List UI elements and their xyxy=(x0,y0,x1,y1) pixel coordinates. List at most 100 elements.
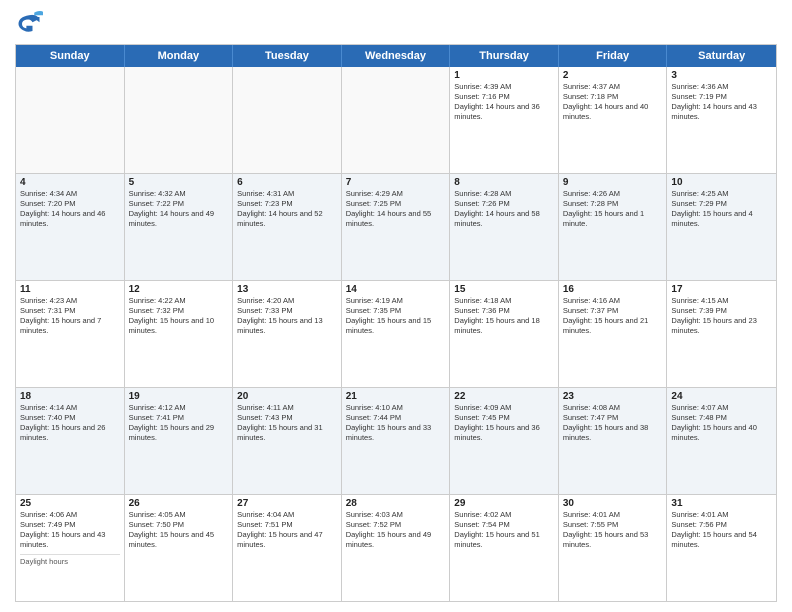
week-row-1: 1Sunrise: 4:39 AM Sunset: 7:16 PM Daylig… xyxy=(16,67,776,174)
day-number-19: 19 xyxy=(129,391,229,402)
day-number-11: 11 xyxy=(20,284,120,295)
day-info-1: Sunrise: 4:39 AM Sunset: 7:16 PM Dayligh… xyxy=(454,82,554,123)
day-number-10: 10 xyxy=(671,177,772,188)
day-info-3: Sunrise: 4:36 AM Sunset: 7:19 PM Dayligh… xyxy=(671,82,772,123)
day-number-2: 2 xyxy=(563,70,663,81)
day-cell-12: 12Sunrise: 4:22 AM Sunset: 7:32 PM Dayli… xyxy=(125,281,234,387)
day-number-14: 14 xyxy=(346,284,446,295)
calendar-header: Sunday Monday Tuesday Wednesday Thursday… xyxy=(16,45,776,67)
day-cell-28: 28Sunrise: 4:03 AM Sunset: 7:52 PM Dayli… xyxy=(342,495,451,601)
week-row-2: 4Sunrise: 4:34 AM Sunset: 7:20 PM Daylig… xyxy=(16,174,776,281)
day-cell-29: 29Sunrise: 4:02 AM Sunset: 7:54 PM Dayli… xyxy=(450,495,559,601)
day-info-19: Sunrise: 4:12 AM Sunset: 7:41 PM Dayligh… xyxy=(129,403,229,444)
day-number-30: 30 xyxy=(563,498,663,509)
day-cell-21: 21Sunrise: 4:10 AM Sunset: 7:44 PM Dayli… xyxy=(342,388,451,494)
day-cell-11: 11Sunrise: 4:23 AM Sunset: 7:31 PM Dayli… xyxy=(16,281,125,387)
day-cell-20: 20Sunrise: 4:11 AM Sunset: 7:43 PM Dayli… xyxy=(233,388,342,494)
day-info-29: Sunrise: 4:02 AM Sunset: 7:54 PM Dayligh… xyxy=(454,510,554,551)
day-cell-1: 1Sunrise: 4:39 AM Sunset: 7:16 PM Daylig… xyxy=(450,67,559,173)
day-number-25: 25 xyxy=(20,498,120,509)
day-cell-17: 17Sunrise: 4:15 AM Sunset: 7:39 PM Dayli… xyxy=(667,281,776,387)
day-number-8: 8 xyxy=(454,177,554,188)
day-number-3: 3 xyxy=(671,70,772,81)
header-tuesday: Tuesday xyxy=(233,45,342,67)
day-number-27: 27 xyxy=(237,498,337,509)
day-cell-25: 25Sunrise: 4:06 AM Sunset: 7:49 PM Dayli… xyxy=(16,495,125,601)
header-wednesday: Wednesday xyxy=(342,45,451,67)
day-cell-3: 3Sunrise: 4:36 AM Sunset: 7:19 PM Daylig… xyxy=(667,67,776,173)
day-cell-14: 14Sunrise: 4:19 AM Sunset: 7:35 PM Dayli… xyxy=(342,281,451,387)
page: Sunday Monday Tuesday Wednesday Thursday… xyxy=(0,0,792,612)
day-cell-8: 8Sunrise: 4:28 AM Sunset: 7:26 PM Daylig… xyxy=(450,174,559,280)
day-number-7: 7 xyxy=(346,177,446,188)
day-info-31: Sunrise: 4:01 AM Sunset: 7:56 PM Dayligh… xyxy=(671,510,772,551)
day-info-18: Sunrise: 4:14 AM Sunset: 7:40 PM Dayligh… xyxy=(20,403,120,444)
day-cell-30: 30Sunrise: 4:01 AM Sunset: 7:55 PM Dayli… xyxy=(559,495,668,601)
day-info-15: Sunrise: 4:18 AM Sunset: 7:36 PM Dayligh… xyxy=(454,296,554,337)
day-cell-7: 7Sunrise: 4:29 AM Sunset: 7:25 PM Daylig… xyxy=(342,174,451,280)
day-info-11: Sunrise: 4:23 AM Sunset: 7:31 PM Dayligh… xyxy=(20,296,120,337)
day-cell-9: 9Sunrise: 4:26 AM Sunset: 7:28 PM Daylig… xyxy=(559,174,668,280)
day-cell-31: 31Sunrise: 4:01 AM Sunset: 7:56 PM Dayli… xyxy=(667,495,776,601)
day-cell-4: 4Sunrise: 4:34 AM Sunset: 7:20 PM Daylig… xyxy=(16,174,125,280)
day-number-18: 18 xyxy=(20,391,120,402)
day-number-9: 9 xyxy=(563,177,663,188)
day-info-8: Sunrise: 4:28 AM Sunset: 7:26 PM Dayligh… xyxy=(454,189,554,230)
day-number-13: 13 xyxy=(237,284,337,295)
day-info-27: Sunrise: 4:04 AM Sunset: 7:51 PM Dayligh… xyxy=(237,510,337,551)
day-cell-26: 26Sunrise: 4:05 AM Sunset: 7:50 PM Dayli… xyxy=(125,495,234,601)
day-number-12: 12 xyxy=(129,284,229,295)
header-friday: Friday xyxy=(559,45,668,67)
logo-icon xyxy=(15,10,43,38)
day-info-10: Sunrise: 4:25 AM Sunset: 7:29 PM Dayligh… xyxy=(671,189,772,230)
day-number-17: 17 xyxy=(671,284,772,295)
week-row-3: 11Sunrise: 4:23 AM Sunset: 7:31 PM Dayli… xyxy=(16,281,776,388)
day-cell-16: 16Sunrise: 4:16 AM Sunset: 7:37 PM Dayli… xyxy=(559,281,668,387)
day-info-2: Sunrise: 4:37 AM Sunset: 7:18 PM Dayligh… xyxy=(563,82,663,123)
day-info-23: Sunrise: 4:08 AM Sunset: 7:47 PM Dayligh… xyxy=(563,403,663,444)
day-cell-27: 27Sunrise: 4:04 AM Sunset: 7:51 PM Dayli… xyxy=(233,495,342,601)
day-info-22: Sunrise: 4:09 AM Sunset: 7:45 PM Dayligh… xyxy=(454,403,554,444)
day-number-26: 26 xyxy=(129,498,229,509)
day-number-28: 28 xyxy=(346,498,446,509)
day-info-24: Sunrise: 4:07 AM Sunset: 7:48 PM Dayligh… xyxy=(671,403,772,444)
day-info-4: Sunrise: 4:34 AM Sunset: 7:20 PM Dayligh… xyxy=(20,189,120,230)
day-info-16: Sunrise: 4:16 AM Sunset: 7:37 PM Dayligh… xyxy=(563,296,663,337)
calendar-body: 1Sunrise: 4:39 AM Sunset: 7:16 PM Daylig… xyxy=(16,67,776,601)
day-info-21: Sunrise: 4:10 AM Sunset: 7:44 PM Dayligh… xyxy=(346,403,446,444)
day-cell-2: 2Sunrise: 4:37 AM Sunset: 7:18 PM Daylig… xyxy=(559,67,668,173)
empty-cell-w0-d3 xyxy=(342,67,451,173)
empty-cell-w0-d2 xyxy=(233,67,342,173)
logo xyxy=(15,10,47,38)
empty-cell-w0-d0 xyxy=(16,67,125,173)
empty-cell-w0-d1 xyxy=(125,67,234,173)
header-saturday: Saturday xyxy=(667,45,776,67)
week-row-5: 25Sunrise: 4:06 AM Sunset: 7:49 PM Dayli… xyxy=(16,495,776,601)
daylight-hours-label: Daylight hours xyxy=(20,554,120,566)
day-info-14: Sunrise: 4:19 AM Sunset: 7:35 PM Dayligh… xyxy=(346,296,446,337)
calendar: Sunday Monday Tuesday Wednesday Thursday… xyxy=(15,44,777,602)
day-cell-22: 22Sunrise: 4:09 AM Sunset: 7:45 PM Dayli… xyxy=(450,388,559,494)
day-number-31: 31 xyxy=(671,498,772,509)
day-cell-23: 23Sunrise: 4:08 AM Sunset: 7:47 PM Dayli… xyxy=(559,388,668,494)
day-info-20: Sunrise: 4:11 AM Sunset: 7:43 PM Dayligh… xyxy=(237,403,337,444)
day-info-6: Sunrise: 4:31 AM Sunset: 7:23 PM Dayligh… xyxy=(237,189,337,230)
day-info-7: Sunrise: 4:29 AM Sunset: 7:25 PM Dayligh… xyxy=(346,189,446,230)
header xyxy=(15,10,777,38)
day-number-6: 6 xyxy=(237,177,337,188)
day-cell-6: 6Sunrise: 4:31 AM Sunset: 7:23 PM Daylig… xyxy=(233,174,342,280)
header-sunday: Sunday xyxy=(16,45,125,67)
day-number-29: 29 xyxy=(454,498,554,509)
day-info-28: Sunrise: 4:03 AM Sunset: 7:52 PM Dayligh… xyxy=(346,510,446,551)
day-number-21: 21 xyxy=(346,391,446,402)
day-cell-5: 5Sunrise: 4:32 AM Sunset: 7:22 PM Daylig… xyxy=(125,174,234,280)
day-info-25: Sunrise: 4:06 AM Sunset: 7:49 PM Dayligh… xyxy=(20,510,120,551)
day-info-30: Sunrise: 4:01 AM Sunset: 7:55 PM Dayligh… xyxy=(563,510,663,551)
day-cell-19: 19Sunrise: 4:12 AM Sunset: 7:41 PM Dayli… xyxy=(125,388,234,494)
day-number-20: 20 xyxy=(237,391,337,402)
week-row-4: 18Sunrise: 4:14 AM Sunset: 7:40 PM Dayli… xyxy=(16,388,776,495)
day-number-5: 5 xyxy=(129,177,229,188)
day-number-16: 16 xyxy=(563,284,663,295)
day-cell-13: 13Sunrise: 4:20 AM Sunset: 7:33 PM Dayli… xyxy=(233,281,342,387)
day-number-24: 24 xyxy=(671,391,772,402)
